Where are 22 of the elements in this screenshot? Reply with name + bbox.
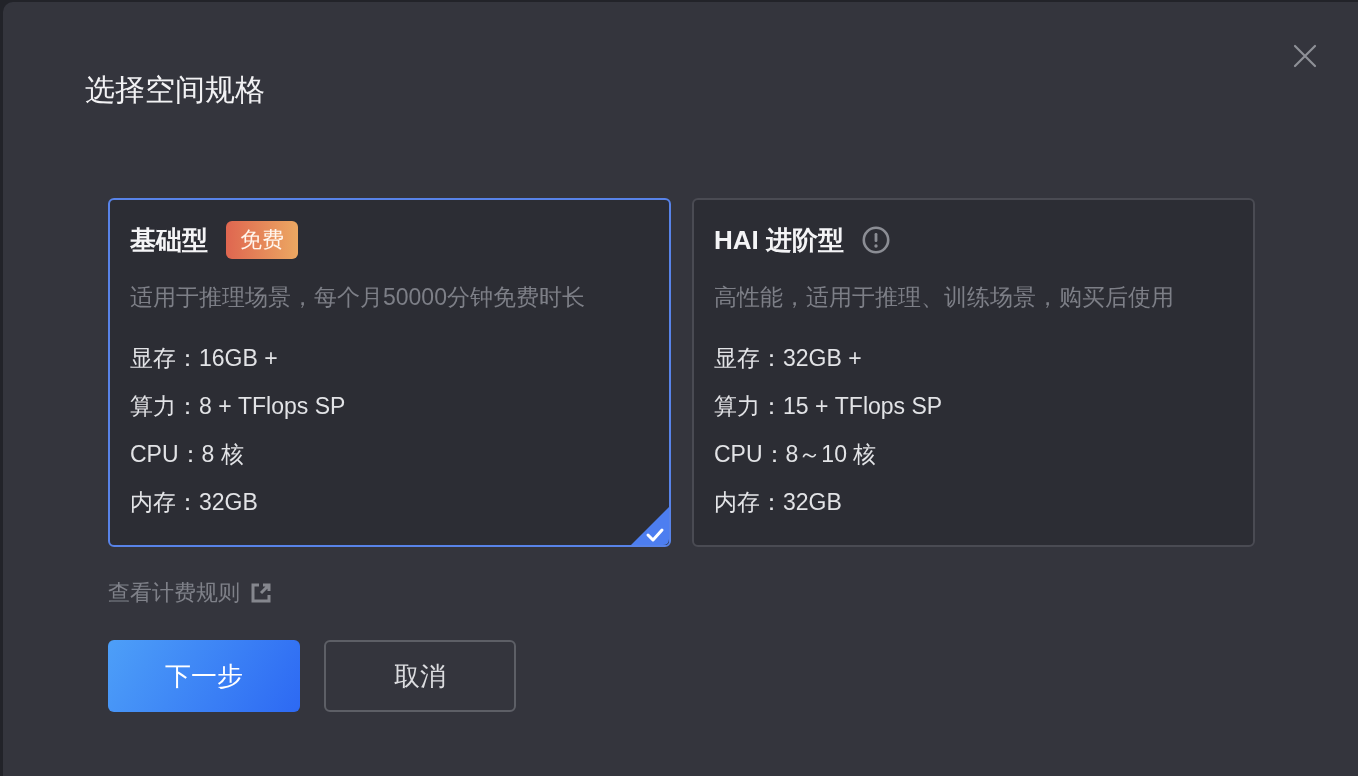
spec-text: 显存：32GB + [714, 344, 862, 373]
spec-text: 算力：15 + TFlops SP [714, 392, 943, 421]
plan-card[interactable]: 基础型 免费 适用于推理场景，每个月50000分钟免费时长 显存：16GB + 算力：8 + TFlops SP CPU：8 核 内存：32GB [108, 198, 671, 547]
spec-text: 显存：16GB + [130, 344, 278, 373]
info-icon[interactable] [862, 226, 890, 254]
plan-description: 高性能，适用于推理、训练场景，购买后使用 [714, 283, 1175, 312]
plan-name: HAI 进阶型 [714, 224, 844, 257]
plan-description: 适用于推理场景，每个月50000分钟免费时长 [130, 283, 586, 312]
cancel-button[interactable]: 取消 [324, 640, 516, 712]
selected-check-icon [631, 507, 669, 545]
plan-card[interactable]: HAI 进阶型 高性能，适用于推理、训练场景，购买后使用 显存：32GB + 算力：15 + TFlops SP CPU：8～10 核 内存：32GB [692, 198, 1255, 547]
spec-text: 算力：8 + TFlops SP [130, 392, 346, 421]
free-tag: 免费 [226, 221, 298, 259]
dialog-title: 选择空间规格 [85, 72, 265, 108]
plan-name: 基础型 [130, 224, 208, 257]
spec-text: CPU：8 核 [130, 440, 244, 469]
next-step-button[interactable]: 下一步 [108, 640, 300, 712]
spec-text: CPU：8～10 核 [714, 440, 877, 469]
spec-text: 内存：32GB [714, 488, 842, 517]
external-link-icon [250, 582, 272, 604]
spec-text: 内存：32GB [130, 488, 258, 517]
close-icon[interactable] [1293, 44, 1317, 68]
